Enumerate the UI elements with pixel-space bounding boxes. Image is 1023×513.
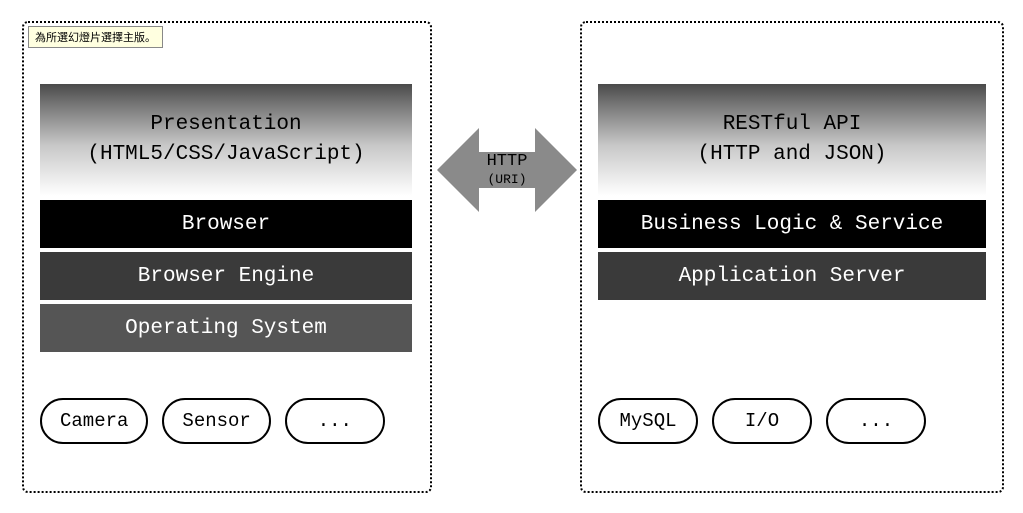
http-arrow: HTTP (URI)	[437, 108, 577, 232]
presentation-sub: (HTML5/CSS/JavaScript)	[87, 140, 364, 170]
client-devices-row: Camera Sensor ...	[40, 398, 385, 444]
arrow-protocol: HTTP	[487, 152, 528, 172]
os-layer: Operating System	[40, 304, 412, 352]
resource-mysql: MySQL	[598, 398, 698, 444]
business-logic-layer: Business Logic & Service	[598, 200, 986, 248]
server-resources-row: MySQL I/O ...	[598, 398, 926, 444]
api-layer: RESTful API (HTTP and JSON)	[598, 84, 986, 196]
device-camera: Camera	[40, 398, 148, 444]
browser-engine-layer: Browser Engine	[40, 252, 412, 300]
application-server-layer: Application Server	[598, 252, 986, 300]
arrow-label: HTTP (URI)	[487, 152, 528, 188]
resource-more: ...	[826, 398, 926, 444]
presentation-layer: Presentation (HTML5/CSS/JavaScript)	[40, 84, 412, 196]
resource-io: I/O	[712, 398, 812, 444]
api-sub: (HTTP and JSON)	[697, 140, 886, 170]
tooltip-master-slide: 為所選幻燈片選擇主版。	[28, 26, 163, 48]
arrow-sub: (URI)	[487, 172, 528, 188]
device-more: ...	[285, 398, 385, 444]
browser-layer: Browser	[40, 200, 412, 248]
presentation-title: Presentation	[150, 110, 301, 140]
device-sensor: Sensor	[162, 398, 270, 444]
api-title: RESTful API	[723, 110, 862, 140]
